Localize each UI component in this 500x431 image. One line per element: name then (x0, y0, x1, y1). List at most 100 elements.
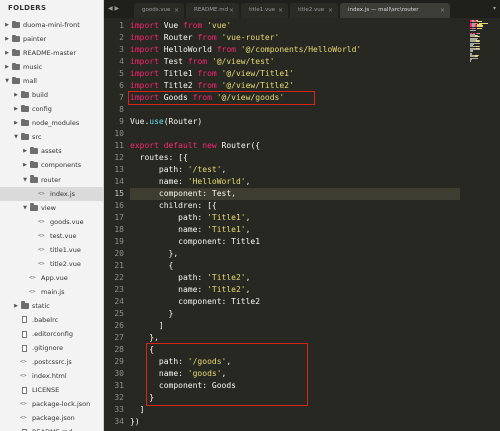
chevron-down-icon[interactable]: ▼ (13, 130, 19, 144)
folder-config[interactable]: ▶ config (0, 102, 103, 116)
file-license[interactable]: LICENSE (0, 383, 103, 397)
close-icon[interactable]: × (440, 3, 445, 18)
line-number: 31 (114, 381, 124, 390)
chevron-right-icon[interactable]: ▶ (13, 102, 19, 116)
code-line[interactable]: } (130, 308, 174, 320)
chevron-down-icon[interactable]: ▼ (4, 74, 10, 88)
close-icon[interactable]: × (229, 3, 234, 18)
code-line[interactable]: name: 'HelloWorld', (130, 176, 251, 188)
file-app-vue[interactable]: <> App.vue (0, 271, 103, 285)
code-line[interactable]: import Router from 'vue-router' (130, 32, 279, 44)
close-icon[interactable]: × (278, 3, 283, 18)
file-postcssrc-js[interactable]: <> .postcssrc.js (0, 355, 103, 369)
chevron-right-icon[interactable]: ▶ (22, 144, 28, 158)
file-title2-vue[interactable]: <> title2.vue (0, 257, 103, 271)
chevron-right-icon[interactable]: ▶ (4, 18, 10, 32)
file-editorconfig[interactable]: .editorconfig (0, 327, 103, 341)
code-line[interactable]: routes: [{ (130, 152, 188, 164)
line-number: 8 (119, 105, 124, 114)
folder-src[interactable]: ▼ src (0, 130, 103, 144)
file-goods-vue[interactable]: <> goods.vue (0, 215, 103, 229)
line-number: 1 (119, 21, 124, 30)
chevron-right-icon[interactable]: ▶ (13, 88, 19, 102)
code-line[interactable]: path: '/test', (130, 164, 226, 176)
file-babelrc[interactable]: .babelrc (0, 313, 103, 327)
tree-item-label: README-master (23, 49, 77, 58)
tree-item-label: .editorconfig (32, 330, 73, 339)
code-file-icon: <> (20, 359, 27, 366)
folder-view[interactable]: ▼ view (0, 201, 103, 215)
line-number: 32 (114, 393, 124, 402)
code-line[interactable]: import Test from '@/view/test' (130, 56, 275, 68)
code-line[interactable]: Vue.use(Router) (130, 116, 202, 128)
file-index-html[interactable]: <> index.html (0, 369, 103, 383)
code-line[interactable]: import HelloWorld from '@/components/Hel… (130, 44, 361, 56)
file-test-vue[interactable]: <> test.vue (0, 229, 103, 243)
tab-nav-arrows[interactable]: ◀ ▶ (108, 0, 119, 18)
tree-item-label: title2.vue (50, 259, 81, 268)
code-line[interactable]: export default new Router({ (130, 140, 260, 152)
tree-item-label: App.vue (41, 273, 68, 282)
tree-item-label: src (32, 133, 42, 142)
file-gitignore[interactable]: .gitignore (0, 341, 103, 355)
line-number: 11 (114, 141, 124, 150)
code-line[interactable]: { (130, 260, 174, 272)
code-line[interactable]: import Vue from 'vue' (130, 20, 231, 32)
chevron-right-icon[interactable]: ▶ (13, 116, 19, 130)
tree-item-label: static (32, 301, 50, 310)
chevron-right-icon[interactable]: ▶ (4, 60, 10, 74)
close-icon[interactable]: × (174, 3, 179, 18)
chevron-right-icon[interactable]: ▶ (4, 32, 10, 46)
code-line[interactable]: import Title1 from '@/view/Title1' (130, 68, 294, 80)
folder-build[interactable]: ▶ build (0, 88, 103, 102)
chevron-down-icon[interactable]: ▼ (22, 201, 28, 215)
folder-readme-master[interactable]: ▶ README-master (0, 46, 103, 60)
code-line[interactable]: path: 'Title2', (130, 272, 250, 284)
tab-title1-vue[interactable]: title1.vue × (241, 3, 288, 18)
folder-router[interactable]: ▼ router (0, 173, 103, 187)
code-line[interactable]: component: Test, (130, 188, 236, 200)
chevron-right-icon[interactable]: ▶ (22, 158, 28, 172)
code-line[interactable]: component: Title2 (130, 296, 260, 308)
code-line[interactable]: component: Title1 (130, 236, 260, 248)
folder-node-modules[interactable]: ▶ node_modules (0, 116, 103, 130)
folder-mall[interactable]: ▼ mall (0, 74, 103, 88)
code-line[interactable]: ] (130, 404, 145, 416)
tab-goods-vue[interactable]: goods.vue × (134, 3, 184, 18)
code-line[interactable]: name: 'Title2', (130, 284, 250, 296)
file-package-lock-json[interactable]: <> package-lock.json (0, 397, 103, 411)
line-number: 3 (119, 45, 124, 54)
chevron-right-icon[interactable]: ▶ (4, 46, 10, 60)
code-line[interactable]: }, (130, 248, 179, 260)
tab-index-js[interactable]: index.js — mall\src\router × (340, 3, 450, 18)
code-line[interactable]: children: [{ (130, 200, 217, 212)
file-title1-vue[interactable]: <> title1.vue (0, 243, 103, 257)
code-file-icon: <> (20, 373, 27, 380)
folder-music[interactable]: ▶ music (0, 60, 103, 74)
code-line[interactable]: path: 'Title1', (130, 212, 250, 224)
line-number: 2 (119, 33, 124, 42)
folder-painter[interactable]: ▶ painter (0, 32, 103, 46)
chevron-right-icon[interactable]: ▶ (13, 299, 19, 313)
code-line[interactable]: ] (130, 320, 164, 332)
file-package-json[interactable]: <> package.json (0, 411, 103, 425)
folder-components[interactable]: ▶ components (0, 158, 103, 172)
folder-assets[interactable]: ▶ assets (0, 144, 103, 158)
code-editor[interactable]: 1 2 3 4 5 6 7 8 9 10 11 12 13 14 15 16 17 18 19 20 21 22 23 24 2… (104, 18, 500, 431)
code-line[interactable]: }) (130, 416, 140, 428)
file-router-index-js[interactable]: <> index.js (0, 186, 103, 201)
close-icon[interactable]: × (328, 3, 333, 18)
tab-title2-vue[interactable]: title2.vue × (290, 3, 338, 18)
minimap[interactable] (470, 20, 496, 63)
file-main-js[interactable]: <> main.js (0, 285, 103, 299)
tab-readme-md[interactable]: README.md × (186, 3, 239, 18)
tree-item-label: .postcssrc.js (32, 358, 72, 367)
tab-dropdown-icon[interactable]: ▾ (493, 0, 496, 18)
chevron-down-icon[interactable]: ▼ (22, 173, 28, 187)
file-readme-md[interactable]: README.md (0, 425, 103, 431)
code-file-icon: <> (29, 288, 36, 295)
line-number: 13 (114, 165, 124, 174)
code-line[interactable]: name: 'Title1', (130, 224, 250, 236)
folder-static[interactable]: ▶ static (0, 299, 103, 313)
folder-duoma-mini-front[interactable]: ▶ duoma-mini-front (0, 18, 103, 32)
